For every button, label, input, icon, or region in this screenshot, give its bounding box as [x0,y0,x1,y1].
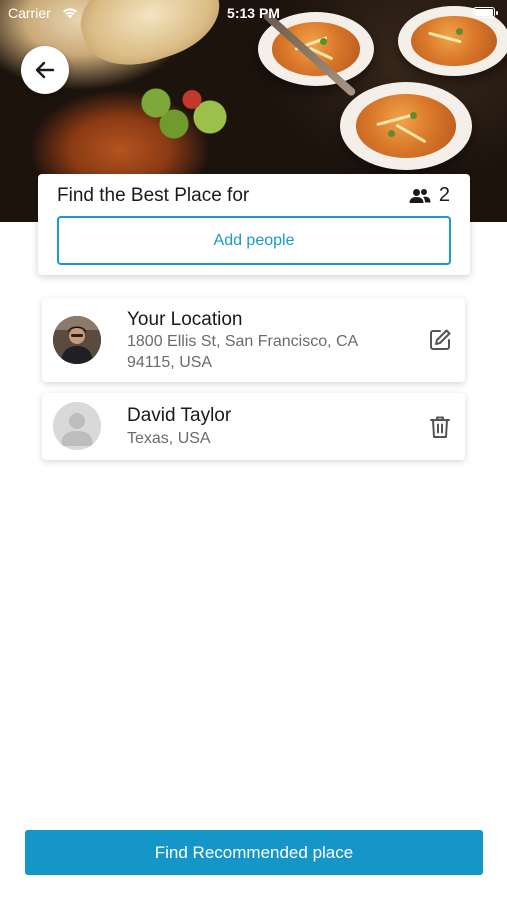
person-address: Texas, USA [127,430,211,447]
person-name: David Taylor [127,405,232,426]
avatar [53,316,101,364]
back-button[interactable] [21,46,69,94]
clock-time: 5:13 PM [227,5,280,21]
arrow-left-icon [35,61,55,79]
person-address: 1800 Ellis St, San Francisco, CA 94115, … [127,333,358,371]
edit-button[interactable] [427,327,453,353]
people-count-value: 2 [438,184,450,206]
salad-image [120,75,240,145]
default-avatar-icon [53,402,101,450]
people-count: 2 [409,184,450,207]
group-title: Find the Best Place for [57,185,250,206]
curry-bowl-image [340,82,472,170]
delete-button[interactable] [427,414,453,440]
person-name: Your Location [127,309,243,330]
edit-icon [430,329,451,350]
status-bar: Carrier 5:13 PM [0,0,507,26]
group-card: Find the Best Place for 2 Add people [38,174,470,275]
add-people-button[interactable]: Add people [57,216,451,265]
person-card[interactable]: Your Location 1800 Ellis St, San Francis… [42,298,465,382]
find-recommended-place-button[interactable]: Find Recommended place [25,830,483,875]
battery-icon [473,7,498,18]
people-icon [409,188,431,203]
person-card[interactable]: David Taylor Texas, USA [42,393,465,460]
trash-icon [430,416,450,438]
